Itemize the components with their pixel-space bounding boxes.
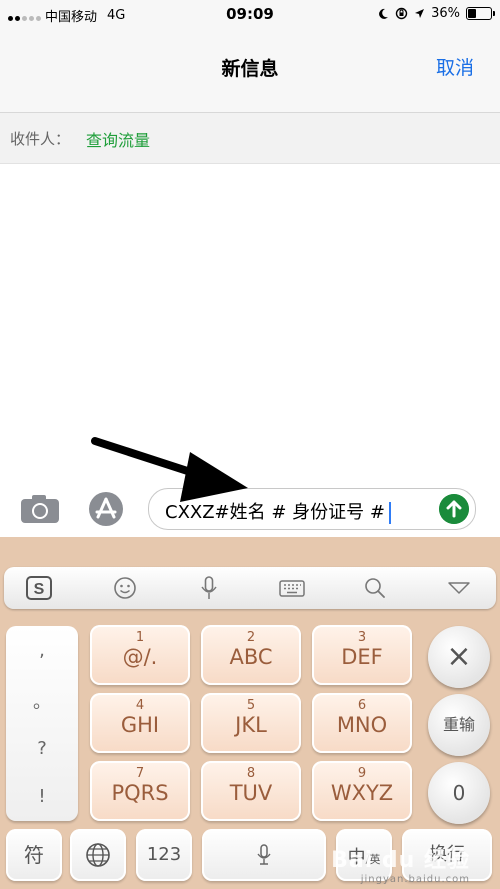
key-3[interactable]: 3 DEF [312,625,412,685]
key-letters: ABC [229,645,273,669]
keyboard-toolbar: S [4,567,496,609]
orientation-lock-icon [395,7,408,20]
punctuation-column[interactable]: , 。 ? ! [6,626,78,821]
collapse-keyboard-icon[interactable] [446,576,472,600]
page-title: 新信息 [221,58,279,80]
key-5[interactable]: 5 JKL [201,693,301,753]
key-4[interactable]: 4 GHI [90,693,190,753]
globe-key[interactable] [70,829,126,881]
cancel-button[interactable]: 取消 [436,53,474,80]
punct-question[interactable]: ? [6,738,78,759]
retype-button[interactable]: 重输 [428,694,490,756]
watermark-sub: jingyan.baidu.com [360,874,470,885]
svg-text:S: S [34,581,45,598]
symbol-key[interactable]: 符 [6,829,62,881]
app-store-icon[interactable] [84,491,128,527]
search-icon[interactable] [362,576,388,600]
sogou-keyboard: S , 。 ? ! 1 @/. 2 ABC 3 DEF 4 GHI 5 JKL … [0,537,500,889]
key-digit: 6 [357,698,367,713]
message-composer: CXXZ#姓名 # 身份证号 # [0,482,500,537]
text-caret [388,502,391,524]
numbers-key[interactable]: 123 [136,829,192,881]
sogou-logo-icon[interactable]: S [26,576,52,600]
status-right: 36% [377,6,495,21]
key-6[interactable]: 6 MNO [312,693,412,753]
punct-comma[interactable]: , [6,640,78,661]
recipient-field[interactable]: 收件人： 查询流量 [0,113,500,164]
globe-icon [86,843,110,867]
location-icon [415,9,425,18]
watermark-main: Bai du 经验 [331,848,470,873]
key-digit: 9 [357,766,367,781]
recipient-label: 收件人： [10,130,71,148]
navigation-bar: 新信息 取消 [0,28,500,113]
key-letters: PQRS [111,781,169,805]
send-arrow-icon[interactable] [439,494,469,524]
microphone-icon[interactable] [196,576,222,600]
key-8[interactable]: 8 TUV [201,761,301,821]
key-digit: 3 [357,630,367,645]
battery-icon [466,7,495,20]
punct-period[interactable]: 。 [6,688,78,714]
delete-button[interactable]: × [428,626,490,688]
watermark: Bai du 经验 jingyan.baidu.com [331,842,470,885]
message-text: CXXZ#姓名 # 身份证号 # [165,498,391,524]
keyboard-icon[interactable] [279,576,305,600]
key-letters: DEF [341,645,383,669]
key-letters: WXYZ [330,781,394,805]
zero-button[interactable]: 0 [428,762,490,824]
moon-icon [379,8,389,19]
key-7[interactable]: 7 PQRS [90,761,190,821]
key-digit: 4 [135,698,145,713]
space-voice-key[interactable] [202,829,326,881]
recipient-chip[interactable]: 查询流量 [86,127,150,151]
key-digit: 2 [246,630,256,645]
key-letters: TUV [229,781,273,805]
key-digit: 7 [135,766,145,781]
key-letters: MNO [336,713,388,737]
key-1[interactable]: 1 @/. [90,625,190,685]
key-letters: @/. [122,645,158,669]
message-input[interactable]: CXXZ#姓名 # 身份证号 # [148,488,476,530]
emoji-icon[interactable] [112,576,138,600]
key-digit: 1 [135,630,145,645]
key-letters: JKL [235,713,267,737]
key-2[interactable]: 2 ABC [201,625,301,685]
camera-icon[interactable] [20,494,60,524]
key-9[interactable]: 9 WXYZ [312,761,412,821]
microphone-icon [257,844,271,865]
status-bar: 中国移动 4G 09:09 36% [0,0,500,28]
battery-percent: 36% [431,6,460,21]
punct-exclaim[interactable]: ! [6,786,78,807]
key-digit: 5 [246,698,256,713]
key-digit: 8 [246,766,256,781]
key-letters: GHI [120,713,160,737]
